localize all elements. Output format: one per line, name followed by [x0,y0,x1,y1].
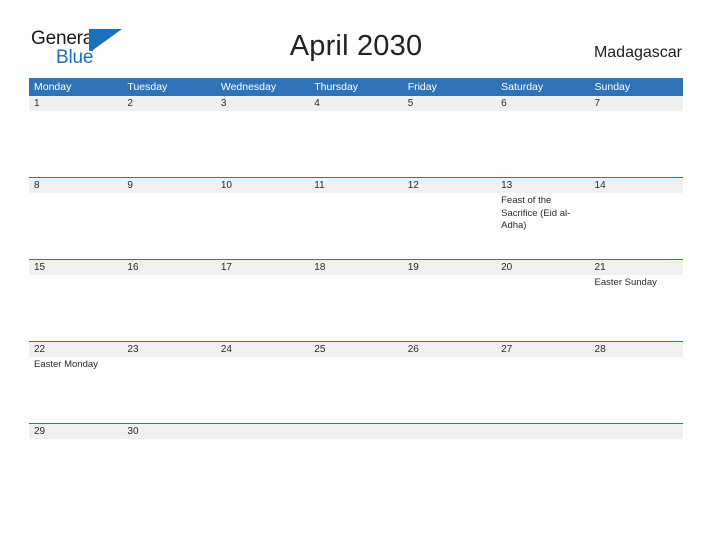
week-day-number-band: 22 23 24 25 26 27 28 [29,342,683,357]
week-day-number-band: 1 2 3 4 5 6 7 [29,96,683,111]
day-number[interactable]: 4 [309,96,402,111]
day-event-text [29,193,122,259]
day-event-text [309,357,402,423]
weekday-header-sunday: Sunday [594,81,631,93]
day-event-text [403,439,496,505]
day-number[interactable]: 12 [403,178,496,193]
weekday-header-thursday: Thursday [314,81,359,93]
day-number[interactable]: 28 [590,342,683,357]
calendar-week-row: 1 2 3 4 5 6 7 [29,96,683,177]
week-day-number-band: 29 30 [29,424,683,439]
country-label: Madagascar [593,44,682,61]
day-number-empty [590,424,683,439]
day-number-empty [309,424,402,439]
day-number[interactable]: 18 [309,260,402,275]
day-number[interactable]: 25 [309,342,402,357]
week-day-number-band: 15 16 17 18 19 20 21 [29,260,683,275]
day-number[interactable]: 27 [496,342,589,357]
day-number[interactable]: 26 [403,342,496,357]
day-event-text [216,357,309,423]
weekday-header-friday: Friday [407,81,437,93]
day-event-text [122,439,215,505]
day-number[interactable]: 7 [590,96,683,111]
calendar-week-row: 15 16 17 18 19 20 21 Easter Sunday [29,259,683,341]
week-event-band [29,111,683,177]
day-event-text [29,111,122,177]
day-number-empty [216,424,309,439]
week-day-number-band: 8 9 10 11 12 13 14 [29,178,683,193]
calendar-week-row: 29 30 [29,423,683,505]
day-event-text [309,193,402,259]
calendar-week-row: 22 23 24 25 26 27 28 Easter Monday [29,341,683,423]
day-number-empty [496,424,589,439]
day-number[interactable]: 30 [122,424,215,439]
day-event-text [122,357,215,423]
weekday-header-row: Monday Tuesday Wednesday Thursday Friday… [29,78,683,96]
day-number[interactable]: 17 [216,260,309,275]
weekday-header-saturday: Saturday [501,81,544,93]
day-number[interactable]: 10 [216,178,309,193]
day-event-text [216,439,309,505]
day-event-text [590,357,683,423]
day-event-text [403,111,496,177]
day-event-text [496,275,589,341]
day-event-text [29,275,122,341]
day-event-text [590,111,683,177]
week-event-band: Feast of the Sacrifice (Eid al-Adha) [29,193,683,259]
day-number[interactable]: 8 [29,178,122,193]
day-number[interactable]: 5 [403,96,496,111]
day-event-text [590,193,683,259]
day-number[interactable]: 9 [122,178,215,193]
day-event-text [216,193,309,259]
page-header: General Blue April 2030 Madagascar [0,0,712,76]
day-number[interactable]: 29 [29,424,122,439]
day-number[interactable]: 3 [216,96,309,111]
day-event-text [403,275,496,341]
day-event-text [309,439,402,505]
day-number[interactable]: 22 [29,342,122,357]
calendar-week-row: 8 9 10 11 12 13 14 Feast of the Sacrific… [29,177,683,259]
day-event-text [29,439,122,505]
day-event-text [122,111,215,177]
day-event-text [496,111,589,177]
day-number[interactable]: 24 [216,342,309,357]
day-event-text: Easter Sunday [594,277,657,288]
day-number[interactable]: 23 [122,342,215,357]
day-event-text [309,111,402,177]
day-number[interactable]: 6 [496,96,589,111]
day-number[interactable]: 14 [590,178,683,193]
day-event-text [122,193,215,259]
day-event-text: Easter Monday [34,359,98,370]
weekday-header-tuesday: Tuesday [127,81,168,93]
weekday-header-wednesday: Wednesday [220,81,277,93]
week-event-band: Easter Monday [29,357,683,423]
week-event-band [29,439,683,505]
day-event-text [122,275,215,341]
day-number[interactable]: 11 [309,178,402,193]
day-number[interactable]: 19 [403,260,496,275]
day-event-text [403,357,496,423]
week-event-band: Easter Sunday [29,275,683,341]
day-number[interactable]: 2 [122,96,215,111]
day-number[interactable]: 20 [496,260,589,275]
day-number[interactable]: 13 [496,178,589,193]
day-event-text [309,275,402,341]
day-event-text [590,439,683,505]
weekday-header-monday: Monday [34,81,72,93]
day-number[interactable]: 1 [29,96,122,111]
day-number[interactable]: 15 [29,260,122,275]
day-number[interactable]: 16 [122,260,215,275]
day-event-text: Feast of the Sacrifice (Eid al-Adha) [501,195,571,231]
day-event-text [496,439,589,505]
day-number-empty [403,424,496,439]
day-event-text [216,111,309,177]
day-number[interactable]: 21 [590,260,683,275]
day-event-text [496,357,589,423]
day-event-text [403,193,496,259]
calendar-grid: Monday Tuesday Wednesday Thursday Friday… [29,78,683,505]
day-event-text [216,275,309,341]
